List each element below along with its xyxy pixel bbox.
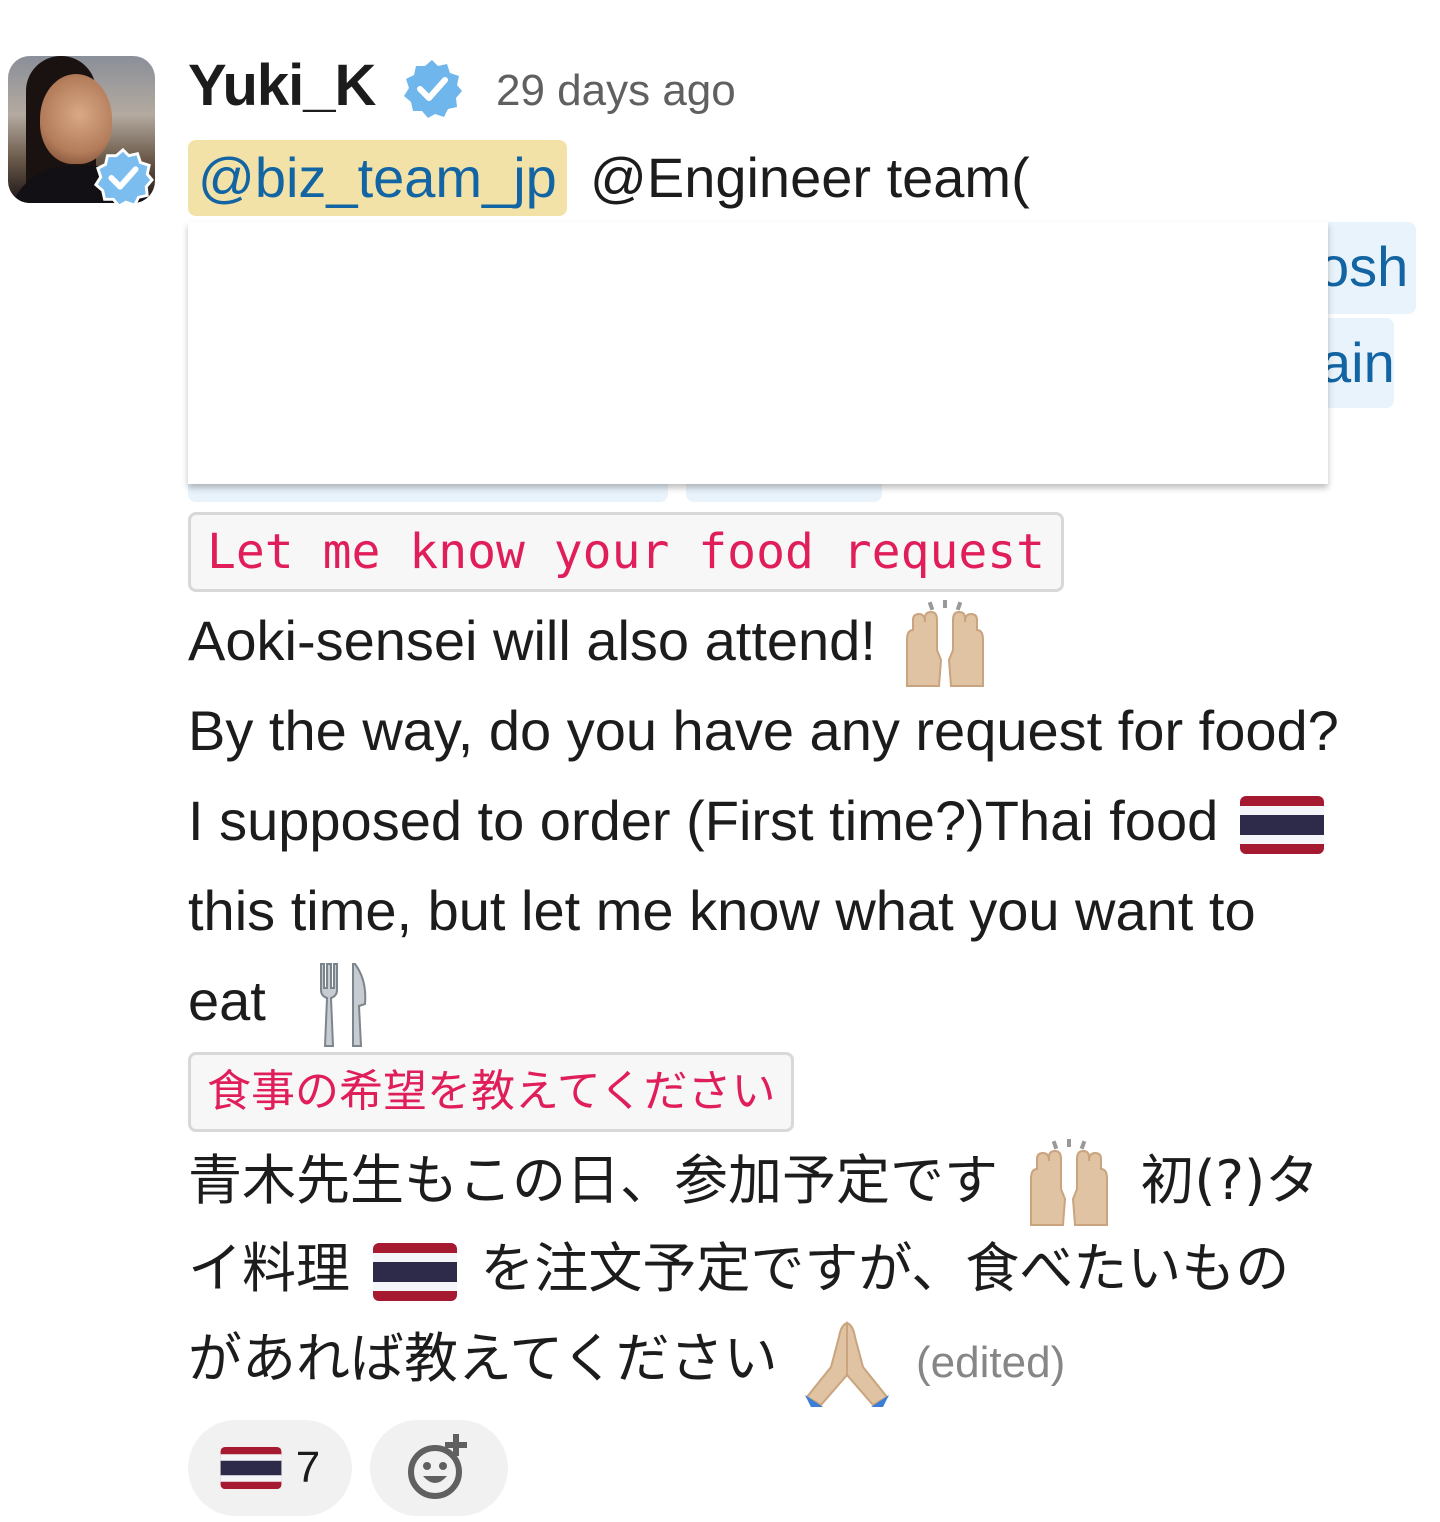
fork-and-knife-icon	[320, 963, 367, 1048]
message-line: I supposed to order (First time?)Thai fo…	[188, 776, 1330, 866]
thailand-flag-icon	[1239, 796, 1324, 855]
raised-hands-icon	[906, 600, 985, 688]
code-span-english: Let me know your food request	[188, 512, 1065, 592]
verified-check-icon	[404, 60, 462, 118]
author-name[interactable]: Yuki_K	[188, 52, 376, 119]
redaction-overlay	[188, 222, 1328, 484]
folded-hands-icon	[804, 1321, 889, 1408]
message-line: Aoki-sensei will also attend!	[188, 596, 999, 690]
message-line: eat	[188, 956, 381, 1050]
reaction-count: 7	[295, 1443, 321, 1492]
code-span-japanese: 食事の希望を教えてください	[188, 1052, 795, 1132]
message-line: By the way, do you have any request for …	[188, 699, 1339, 762]
reaction-thailand-flag[interactable]: 7	[188, 1420, 352, 1516]
partial-mention-chip[interactable]: osh	[1320, 222, 1416, 314]
message-line-jp: 青木先生もこの日、参加予定です 初(?)タ	[188, 1136, 1319, 1229]
edited-label[interactable]: (edited)	[916, 1338, 1065, 1387]
mention-text: @Engineer team(	[590, 146, 1030, 209]
verified-badge-icon	[93, 147, 154, 208]
message: Yuki_K 29 days ago @biz_team_jp @Enginee…	[0, 0, 1440, 1522]
thailand-flag-icon	[220, 1447, 282, 1489]
raised-hands-icon	[1030, 1139, 1109, 1227]
message-line-jp: があれば教えてください (edited)	[188, 1314, 1065, 1408]
thailand-flag-icon	[373, 1243, 458, 1302]
partial-mention-chip[interactable]: ain	[1320, 318, 1394, 408]
user-group-mention[interactable]: @biz_team_jp	[188, 140, 567, 216]
add-reaction-button[interactable]	[370, 1420, 508, 1516]
message-line-jp: イ料理 を注文予定ですが、食べたいもの	[188, 1237, 1290, 1302]
timestamp[interactable]: 29 days ago	[496, 66, 736, 116]
add-reaction-icon	[408, 1434, 467, 1499]
message-line: this time, but let me know what you want…	[188, 879, 1256, 942]
